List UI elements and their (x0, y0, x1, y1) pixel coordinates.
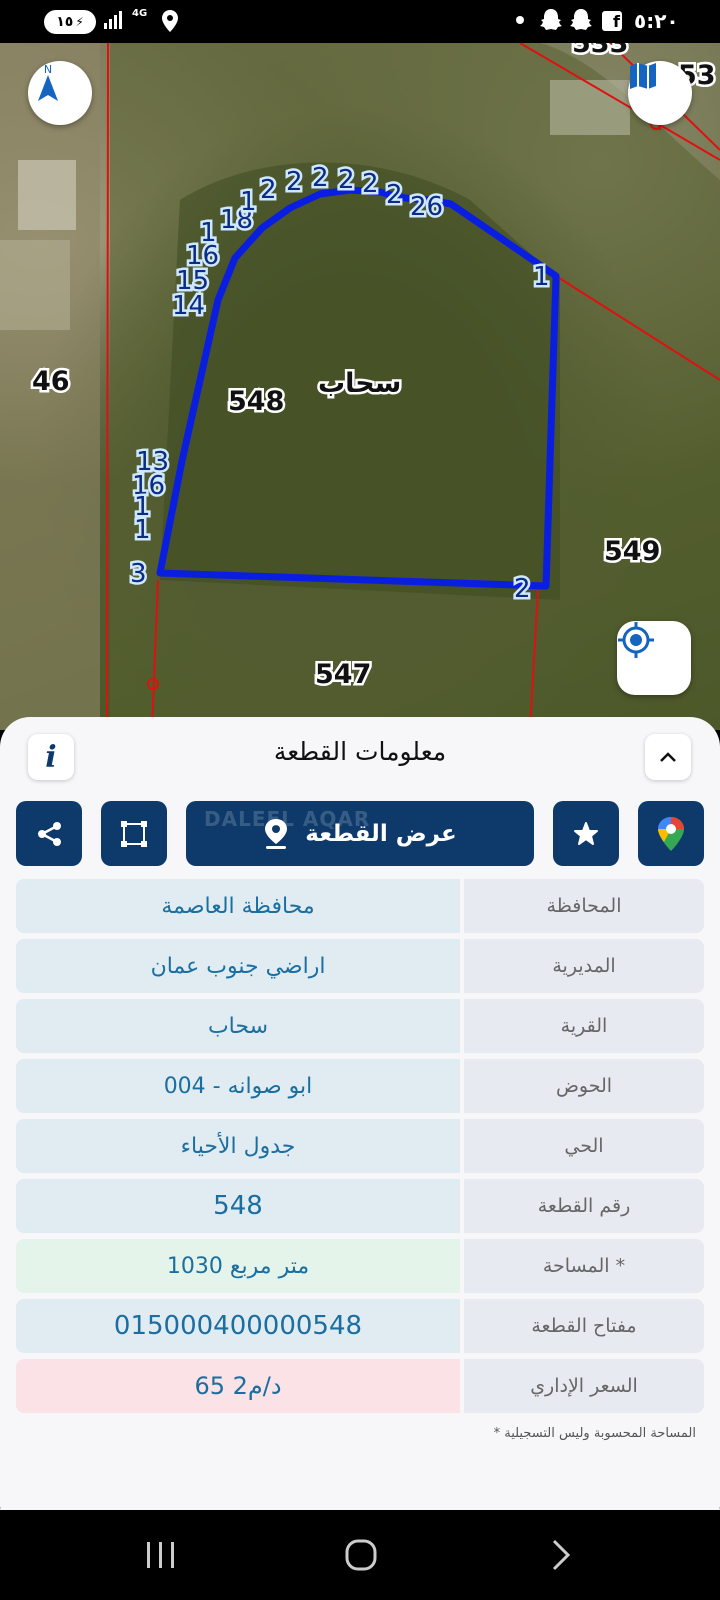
info-row-village: سحاب القرية (16, 999, 704, 1053)
parcel-number-value: 548 (16, 1179, 460, 1233)
bottom-tab-strip (0, 1490, 720, 1510)
share-button[interactable] (16, 801, 82, 866)
watermark: DALEEL AQAR (204, 807, 371, 831)
polygon-measure-button[interactable] (101, 801, 167, 866)
vertex-label-20: 2 (260, 175, 277, 205)
system-navigation-bar (0, 1510, 720, 1600)
directorate-value: اراضي جنوب عمان (16, 939, 460, 993)
parcel-number-label: رقم القطعة (464, 1179, 704, 1233)
info-row-admin-price: 65 د/م2 السعر الإداري (16, 1359, 704, 1413)
back-button[interactable] (550, 1538, 572, 1576)
admin-price-value: 65 د/م2 (16, 1359, 460, 1413)
map-overlay: 1 2 3 13 16 1 1 14 15 16 1 18 1 2 2 2 2 … (0, 43, 720, 730)
vertex-label-23: 2 (338, 165, 355, 195)
vertex-label-26: 26 (410, 192, 443, 222)
admin-price-label: السعر الإداري (464, 1359, 704, 1413)
star-icon (574, 821, 598, 845)
parcel-number-right: 549 (604, 536, 660, 567)
signal-icon (104, 11, 128, 35)
my-location-button[interactable] (617, 621, 691, 695)
home-icon (345, 1539, 377, 1571)
directorate-label: المديرية (464, 939, 704, 993)
vertex-label-1: 1 (533, 262, 550, 292)
village-label: القرية (464, 999, 704, 1053)
basin-value: ابو صوانه - 004 (16, 1059, 460, 1113)
share-icon (38, 821, 61, 846)
facebook-icon: f (602, 11, 622, 31)
show-parcel-button[interactable]: DALEEL AQAR عرض القطعة (186, 801, 534, 866)
vertex-label-4b: 1 (134, 515, 151, 545)
info-icon: i (45, 739, 57, 775)
vertex-label-24: 2 (362, 169, 379, 199)
network-type: 4G (132, 8, 148, 19)
vertex-label-2: 2 (514, 574, 531, 604)
info-row-neighborhood: جدول الأحياء الحي (16, 1119, 704, 1173)
vertex-label-22: 2 (312, 163, 329, 193)
notification-dot-icon (516, 16, 524, 24)
snapchat-icon (540, 8, 562, 32)
info-row-basin: ابو صوانه - 004 الحوض (16, 1059, 704, 1113)
info-row-parcel-key: 015000400000548 مفتاح القطعة (16, 1299, 704, 1353)
neighborhood-label: الحي (464, 1119, 704, 1173)
favorite-button[interactable] (553, 801, 619, 866)
recents-icon (147, 1542, 174, 1568)
polygon-icon (121, 820, 147, 847)
area-value: 1030 متر مربع (16, 1239, 460, 1293)
parcel-key-label: مفتاح القطعة (464, 1299, 704, 1353)
battery-level: ١٥ (56, 14, 74, 30)
status-bar: ١٥ ⚡ 4G f ٥:٢٠ (0, 0, 720, 43)
governorate-value: محافظة العاصمة (16, 879, 460, 933)
info-button[interactable]: i (28, 734, 74, 780)
sheet-title: معلومات القطعة (273, 737, 447, 766)
recents-button[interactable] (145, 1540, 177, 1574)
vertex-label-25: 2 (386, 180, 403, 210)
compass-button[interactable]: N (28, 61, 92, 125)
crosshair-icon (618, 622, 654, 658)
home-button[interactable] (344, 1538, 378, 1576)
basin-label: الحوض (464, 1059, 704, 1113)
clock: ٥:٢٠ (634, 9, 679, 33)
map-layers-button[interactable] (628, 61, 692, 125)
parcel-number-top-partial: 533 (572, 43, 628, 59)
neighborhood-value: جدول الأحياء (16, 1119, 460, 1173)
parcel-number-bottom: 547 (315, 659, 371, 690)
info-row-directorate: اراضي جنوب عمان المديرية (16, 939, 704, 993)
info-row-governorate: محافظة العاصمة المحافظة (16, 879, 704, 933)
location-icon (162, 10, 178, 36)
svg-text:N: N (44, 63, 52, 76)
area-label: المساحة * (464, 1239, 704, 1293)
village-value: سحاب (16, 999, 460, 1053)
compass-icon: N (38, 63, 58, 101)
google-maps-button[interactable] (638, 801, 704, 866)
vertex-label-21: 2 (286, 167, 303, 197)
snapchat-icon (570, 8, 592, 32)
village-label: سحاب (318, 368, 401, 399)
governorate-label: المحافظة (464, 879, 704, 933)
info-row-parcel-number: 548 رقم القطعة (16, 1179, 704, 1233)
chevron-up-icon (660, 752, 676, 762)
info-row-area: 1030 متر مربع المساحة * (16, 1239, 704, 1293)
satellite-map[interactable]: 1 2 3 13 16 1 1 14 15 16 1 18 1 2 2 2 2 … (0, 43, 720, 730)
vertex-label-19: 1 (240, 187, 257, 217)
parcel-number-main: 548 (228, 386, 284, 417)
area-footnote: * المساحة المحسوبة وليس التسجيلية (493, 1426, 696, 1441)
parcel-number-left: 46 (32, 366, 70, 397)
collapse-button[interactable] (645, 734, 691, 780)
google-maps-icon (658, 816, 684, 851)
chevron-right-icon (552, 1539, 571, 1571)
parcel-key-value: 015000400000548 (16, 1299, 460, 1353)
vertex-label-17: 1 (200, 218, 217, 248)
map-icon (630, 63, 656, 89)
battery-indicator: ١٥ ⚡ (44, 10, 96, 34)
vertex-label-3: 3 (130, 559, 147, 589)
